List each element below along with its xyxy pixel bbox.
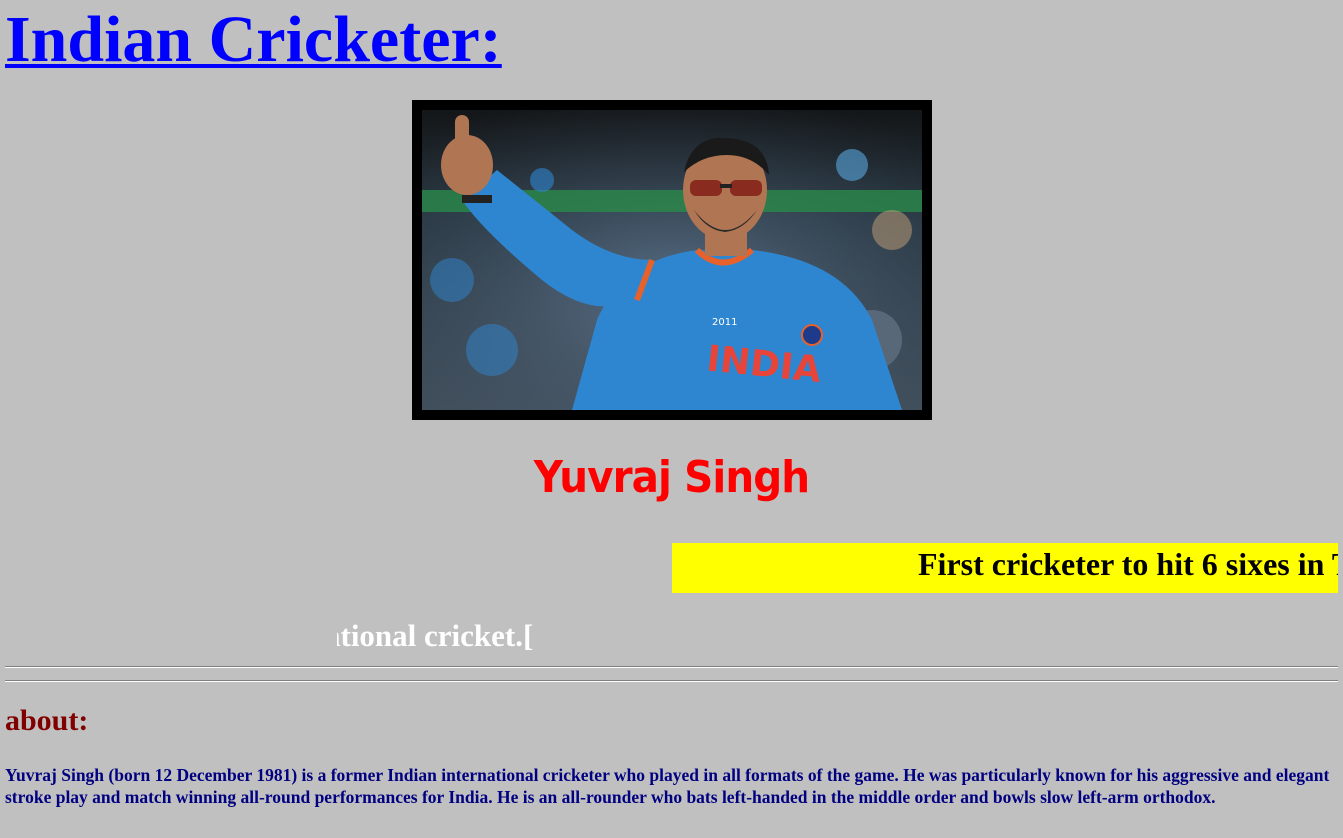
achievement-marquee-text: First cricketer to hit 6 sixes in T bbox=[918, 546, 1338, 582]
divider-line bbox=[5, 666, 1338, 668]
svg-text:2011: 2011 bbox=[712, 317, 737, 328]
page-title-link[interactable]: Indian Cricketer: bbox=[5, 3, 502, 77]
scrolling-marquee: ational cricket.[ bbox=[337, 616, 557, 660]
player-name: Yuvraj Singh bbox=[533, 452, 810, 503]
about-heading: about: bbox=[5, 704, 89, 737]
page: Indian Cricketer: INDIA 2011 Yuvraj Sing… bbox=[0, 0, 1343, 838]
player-photo-frame: INDIA 2011 bbox=[412, 100, 932, 420]
scrolling-marquee-text: ational cricket.[ bbox=[337, 618, 534, 653]
about-paragraph: Yuvraj Singh (born 12 December 1981) is … bbox=[5, 765, 1330, 807]
player-photo: INDIA 2011 bbox=[422, 110, 922, 410]
divider-line bbox=[5, 680, 1338, 682]
achievement-marquee: First cricketer to hit 6 sixes in T bbox=[672, 543, 1338, 593]
